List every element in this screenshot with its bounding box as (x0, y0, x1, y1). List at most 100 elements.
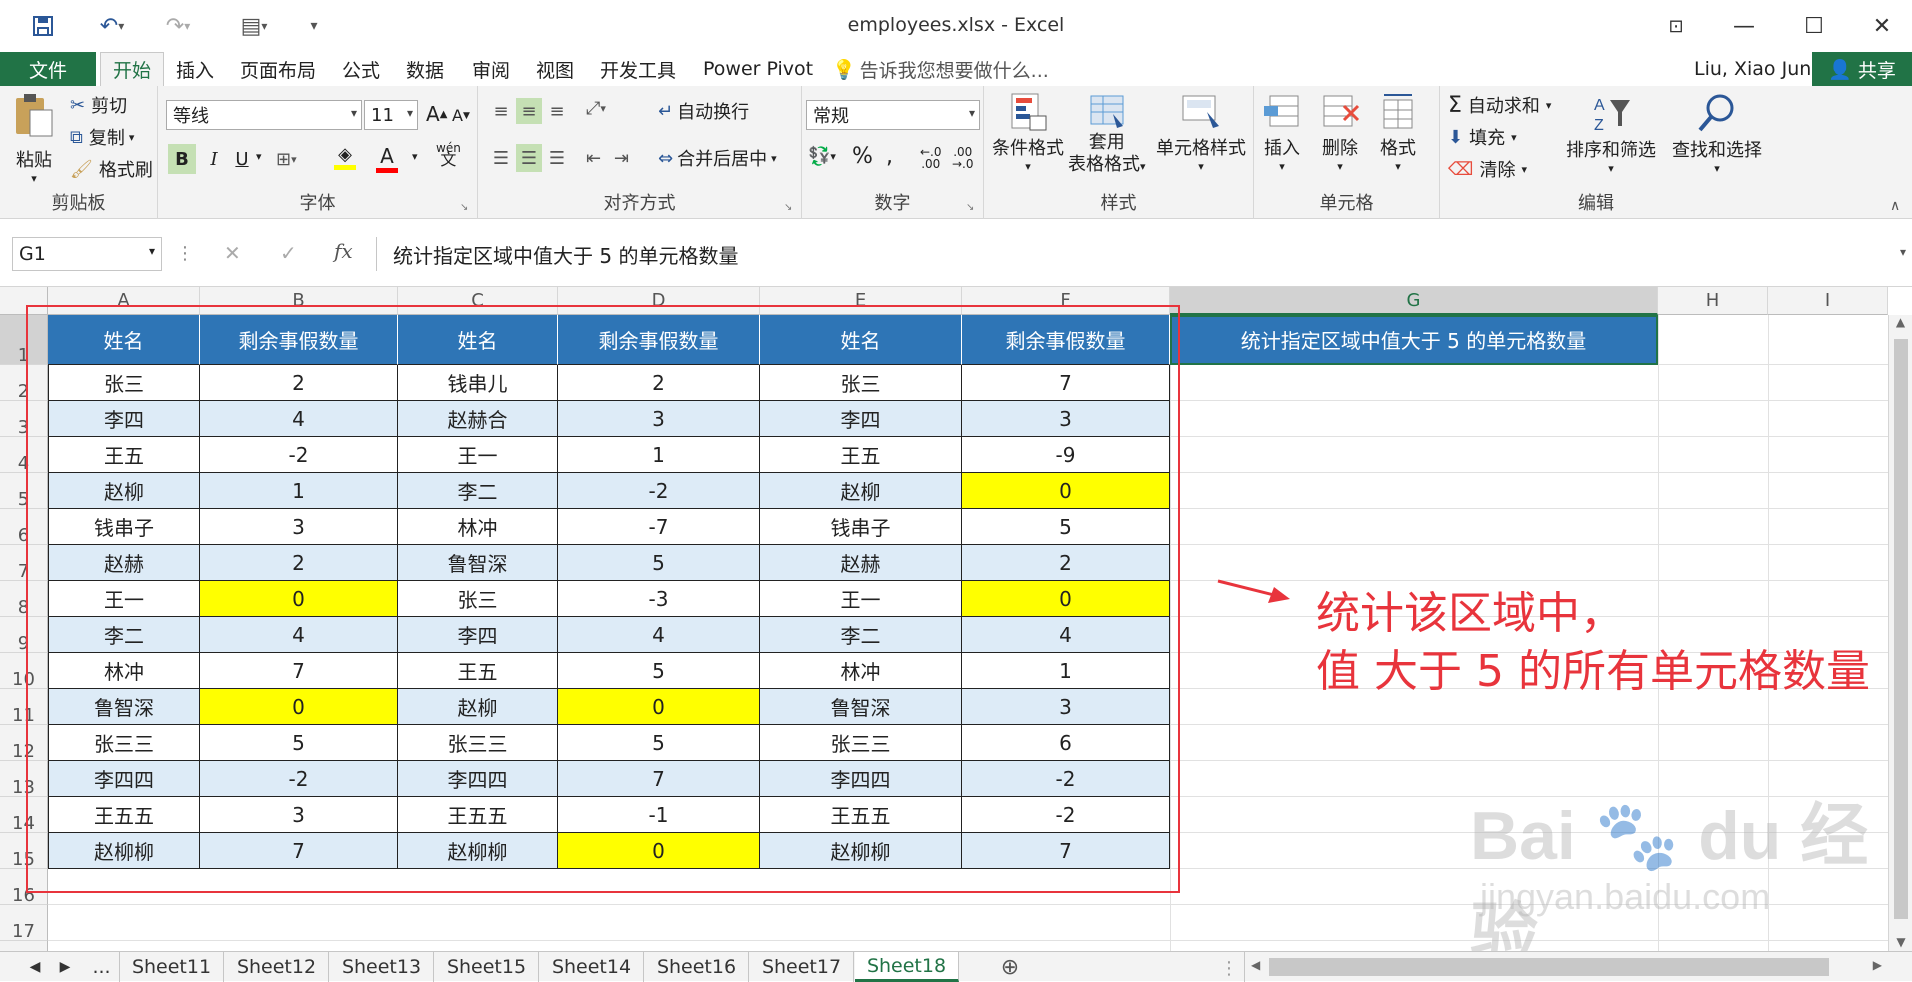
selected-cell-g1[interactable]: 统计指定区域中值大于 5 的单元格数量 (1170, 315, 1658, 365)
tab-formulas[interactable]: 公式 (342, 52, 380, 86)
fill-button[interactable]: ⬇ 填充 ▾ (1448, 124, 1517, 150)
sheet-tab-sheet11[interactable]: Sheet11 (120, 952, 224, 982)
paste-button[interactable]: 粘贴 ▾ (12, 92, 56, 185)
next-sheet-icon[interactable]: ▶ (50, 952, 80, 982)
sheet-tab-sheet13[interactable]: Sheet13 (330, 952, 434, 982)
dialog-launcher-icon[interactable]: ↘ (966, 202, 974, 213)
insert-cells-button[interactable]: 插入 ▾ (1262, 92, 1302, 173)
align-right-icon[interactable]: ☰ (544, 144, 570, 172)
close-icon[interactable]: ✕ (1862, 8, 1902, 44)
format-painter-button[interactable]: 🖌 格式刷 (70, 156, 153, 182)
column-header-g[interactable]: G (1170, 287, 1658, 315)
scroll-up-icon[interactable]: ▲ (1889, 315, 1912, 329)
merge-center-button[interactable]: ⇔ 合并后居中 ▾ (658, 144, 777, 172)
decrease-decimal-icon[interactable]: .00 →.0 (952, 146, 974, 170)
border-icon[interactable]: ⊞ ▾ (276, 144, 297, 174)
cut-button[interactable]: ✂ 剪切 (70, 92, 127, 118)
format-cells-button[interactable]: 格式 ▾ (1378, 92, 1418, 173)
ribbon-display-icon[interactable]: ⊡ (1656, 8, 1696, 44)
grow-font-icon[interactable]: A ▲ (426, 102, 447, 126)
align-center-icon[interactable]: ☰ (516, 144, 542, 172)
tab-power-pivot[interactable]: Power Pivot (703, 52, 813, 86)
expand-formula-icon[interactable]: ▾ (1900, 245, 1906, 259)
decrease-indent-icon[interactable]: ⇤ (586, 144, 601, 172)
format-as-table-button[interactable]: 套用 表格格式▾ (1068, 92, 1146, 178)
copy-button[interactable]: ⧉ 复制 ▾ (70, 124, 134, 150)
maximize-icon[interactable]: ☐ (1794, 8, 1834, 44)
font-size-combo[interactable]: 11 ▾ (364, 100, 418, 130)
percent-icon[interactable]: % (852, 144, 873, 169)
column-header-i[interactable]: I (1768, 287, 1888, 315)
align-bottom-icon[interactable]: ≡ (544, 98, 570, 124)
magnifier-icon (1696, 92, 1738, 134)
comma-icon[interactable]: , (886, 144, 893, 169)
currency-icon[interactable]: 💱 ▾ (808, 146, 836, 167)
scroll-left-icon[interactable]: ◀ (1251, 958, 1260, 972)
sheet-tab-sheet16[interactable]: Sheet16 (645, 952, 749, 982)
font-name-combo[interactable]: 等线 ▾ (166, 100, 362, 130)
user-name[interactable]: Liu, Xiao Jun (1694, 52, 1811, 86)
bold-button[interactable]: B (168, 144, 196, 174)
orientation-icon[interactable]: ⤢ ▾ (586, 98, 606, 119)
sheet-tab-sheet17[interactable]: Sheet17 (750, 952, 854, 982)
dialog-launcher-icon[interactable]: ↘ (460, 202, 468, 213)
cell-styles-button[interactable]: 单元格样式 ▾ (1156, 92, 1246, 173)
copy-icon: ⧉ (70, 126, 83, 148)
tab-data[interactable]: 数据 (406, 52, 444, 86)
conditional-format-button[interactable]: 条件格式 ▾ (992, 92, 1064, 173)
italic-button[interactable]: I (202, 144, 226, 174)
font-color-dropdown-icon[interactable]: ▾ (412, 150, 418, 163)
add-sheet-icon[interactable]: ⊕ (990, 952, 1030, 982)
dialog-launcher-icon[interactable]: ↘ (784, 202, 792, 213)
font-group: 等线 ▾ 11 ▾ A ▲ A ▼ B I U ▾ ⊞ ▾ ◈ A ▾ wén 文 字体 ↘ (158, 86, 478, 219)
sort-filter-button[interactable]: AZ 排序和筛选 ▾ (1566, 92, 1656, 175)
tab-home[interactable]: 开始 (100, 52, 165, 86)
tab-page-layout[interactable]: 页面布局 (240, 52, 316, 86)
tab-view[interactable]: 视图 (536, 52, 574, 86)
autosum-button[interactable]: Σ 自动求和 ▾ (1448, 92, 1551, 118)
tell-me-box[interactable]: 💡 告诉我您想要做什么... (832, 52, 1049, 86)
align-left-icon[interactable]: ☰ (488, 144, 514, 172)
column-header-h[interactable]: H (1658, 287, 1768, 315)
underline-dropdown-icon[interactable]: ▾ (256, 150, 262, 163)
name-box[interactable]: G1 ▾ (12, 237, 162, 271)
phonetic-icon[interactable]: wén 文 (436, 142, 461, 168)
sheet-tab-sheet15[interactable]: Sheet15 (435, 952, 539, 982)
align-middle-icon[interactable]: ≡ (516, 98, 542, 124)
scroll-right-icon[interactable]: ▶ (1873, 958, 1882, 972)
tab-review[interactable]: 审阅 (472, 52, 510, 86)
tab-file[interactable]: 文件 (0, 52, 96, 86)
increase-decimal-icon[interactable]: ←.0.00 (920, 146, 942, 170)
wrap-text-button[interactable]: ↵ 自动换行 (658, 98, 749, 124)
shrink-font-icon[interactable]: A ▼ (452, 106, 470, 125)
find-select-button[interactable]: 查找和选择 ▾ (1672, 92, 1762, 175)
more-sheets-button[interactable]: ... (84, 952, 120, 982)
tab-insert[interactable]: 插入 (176, 52, 214, 86)
clear-button[interactable]: ⌫ 清除 ▾ (1448, 156, 1527, 182)
fill-color-icon[interactable]: ◈ (334, 144, 356, 174)
font-color-icon[interactable]: A (376, 144, 398, 174)
sheet-tab-sheet14[interactable]: Sheet14 (540, 952, 644, 982)
delete-cells-button[interactable]: 删除 ▾ (1320, 92, 1360, 173)
horizontal-scrollbar[interactable]: ◀ ▶ (1244, 952, 1888, 982)
collapse-ribbon-icon[interactable]: ∧ (1890, 198, 1900, 214)
enter-icon[interactable]: ✓ (280, 241, 297, 265)
insert-function-icon[interactable]: fx (334, 239, 353, 263)
cells-group: 插入 ▾ 删除 ▾ 格式 ▾ 单元格 (1254, 86, 1440, 219)
prev-sheet-icon[interactable]: ◀ (20, 952, 50, 982)
row-header-17[interactable]: 17 (0, 905, 48, 942)
formula-input[interactable]: 统计指定区域中值大于 5 的单元格数量 (376, 237, 1896, 271)
increase-indent-icon[interactable]: ⇥ (614, 144, 629, 172)
number-format-combo[interactable]: 常规 ▾ (806, 100, 980, 130)
svg-text:Z: Z (1594, 117, 1604, 134)
sheet-tab-sheet18[interactable]: Sheet18 (855, 952, 959, 982)
h-scroll-thumb[interactable] (1269, 958, 1829, 976)
share-button[interactable]: 👤 共享 (1812, 52, 1912, 86)
delete-cells-icon (1320, 92, 1360, 132)
sheet-tab-sheet12[interactable]: Sheet12 (225, 952, 329, 982)
cancel-icon[interactable]: ✕ (224, 241, 241, 265)
align-top-icon[interactable]: ≡ (488, 98, 514, 124)
minimize-icon[interactable]: — (1724, 8, 1764, 44)
tab-developer[interactable]: 开发工具 (600, 52, 676, 86)
underline-button[interactable]: U (230, 144, 254, 174)
